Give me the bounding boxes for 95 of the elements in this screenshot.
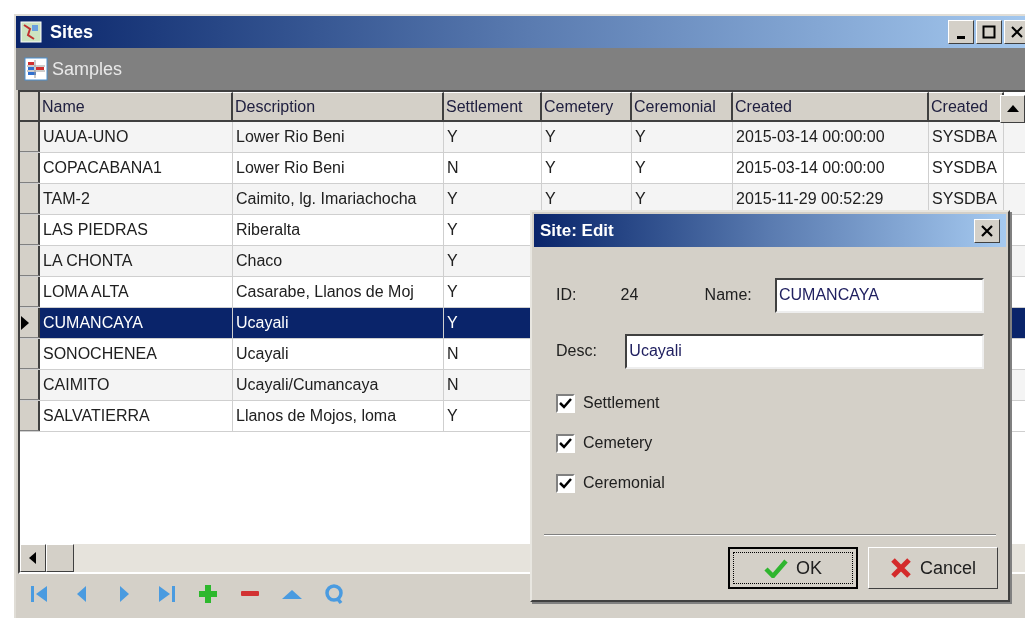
table-cell-text: Y: [545, 158, 556, 178]
column-header[interactable]: Ceremonial: [632, 92, 733, 120]
table-cell-text: Lower Rio Beni: [236, 158, 345, 178]
checkbox-label: Cemetery: [583, 433, 653, 453]
close-icon: [890, 557, 912, 579]
name-label: Name:: [704, 285, 753, 305]
name-field[interactable]: CUMANCAYA: [775, 277, 984, 313]
table-cell-text: Y: [447, 251, 458, 271]
maximize-button[interactable]: [976, 20, 1002, 44]
desc-field[interactable]: Ucayali: [625, 333, 984, 369]
scroll-up-button[interactable]: [1000, 95, 1025, 123]
table-cell-text: LOMA ALTA: [43, 282, 129, 302]
grid-icon: [24, 57, 48, 81]
minimize-icon: [957, 35, 965, 39]
column-header[interactable]: Created: [733, 92, 929, 120]
scroll-left-button[interactable]: [20, 544, 46, 572]
table-cell-text: SYSDBA: [932, 189, 997, 209]
table-cell-text: SYSDBA: [932, 127, 997, 147]
table-cell-text: Y: [635, 158, 646, 178]
close-button[interactable]: [974, 218, 1000, 243]
row-selector[interactable]: [20, 370, 40, 400]
checkbox[interactable]: [556, 473, 575, 493]
table-cell-text: Y: [447, 313, 458, 333]
row-selector[interactable]: [20, 215, 40, 245]
dialog-title: Site: Edit: [540, 219, 614, 242]
row-selector[interactable]: [20, 122, 40, 152]
table-cell-text: Riberalta: [236, 220, 301, 240]
table-cell-text: 2015-11-29 00:52:29: [736, 189, 884, 209]
table-cell-text: CUMANCAYA: [43, 313, 143, 333]
column-header[interactable]: Description: [233, 92, 444, 120]
close-icon: [1010, 25, 1024, 39]
row-selector[interactable]: [20, 184, 40, 214]
table-cell-text: SONOCHENEA: [43, 344, 157, 364]
maximize-icon: [982, 25, 996, 39]
row-pointer-icon: [20, 315, 30, 330]
map-icon: [20, 21, 42, 43]
cancel-button[interactable]: Cancel: [868, 547, 998, 589]
column-header[interactable]: Created: [929, 92, 1004, 120]
table-row[interactable]: UAUA-UNO Lower Rio Beni Y Y Y 2015-03-14 00:00:00 SYSDBA: [20, 122, 1025, 153]
column-header[interactable]: Cemetery: [542, 92, 632, 120]
left-arrow-icon: [29, 552, 37, 564]
column-header[interactable]: Settlement: [444, 92, 542, 120]
table-cell-text: LAS PIEDRAS: [43, 220, 148, 240]
check-icon: [764, 558, 788, 578]
id-value: 24: [620, 285, 640, 305]
table-cell-text: Ucayali: [236, 344, 289, 364]
row-selector[interactable]: [20, 308, 40, 338]
id-label: ID:: [556, 285, 578, 305]
checkbox[interactable]: [556, 433, 575, 453]
table-cell-text: Lower Rio Beni: [236, 127, 345, 147]
row-selector[interactable]: [20, 153, 40, 183]
table-cell-text: Ucayali/Cumancaya: [236, 375, 379, 395]
scrollbar-thumb[interactable]: [46, 544, 74, 572]
table-cell-text: Caimito, lg. Imariachocha: [236, 189, 417, 209]
table-cell-text: Llanos de Mojos, loma: [236, 406, 397, 426]
table-cell-text: N: [447, 375, 459, 395]
checkbox-label: Ceremonial: [583, 473, 665, 493]
table-cell-text: 2015-03-14 00:00:00: [736, 127, 885, 147]
table-row[interactable]: TAM-2 Caimito, lg. Imariachocha Y Y Y 2015-11-29 00:52:29 SYSDBA: [20, 184, 1025, 215]
ok-button[interactable]: OK: [728, 547, 858, 589]
close-icon: [980, 223, 994, 238]
table-cell-text: Y: [447, 127, 458, 147]
table-cell-text: LA CHONTA: [43, 251, 133, 271]
row-selector[interactable]: [20, 246, 40, 276]
close-button[interactable]: [1004, 20, 1025, 44]
table-cell-text: Chaco: [236, 251, 283, 271]
table-cell-text: Ucayali: [236, 313, 289, 333]
table-cell-text: Y: [545, 127, 556, 147]
table-cell-text: CAIMITO: [43, 375, 110, 395]
table-cell-text: Y: [635, 127, 646, 147]
table-cell-text: Casarabe, Llanos de Moj: [236, 282, 414, 302]
table-cell-text: N: [447, 344, 459, 364]
table-cell-text: Y: [447, 220, 458, 240]
table-cell-text: COPACABANA1: [43, 158, 162, 178]
minimize-button[interactable]: [948, 20, 974, 44]
table-cell-text: N: [447, 158, 459, 178]
desc-label: Desc:: [556, 341, 598, 361]
row-selector[interactable]: [20, 277, 40, 307]
up-arrow-icon: [1006, 105, 1019, 113]
table-row[interactable]: COPACABANA1 Lower Rio Beni N Y Y 2015-03-14 00:00:00 SYSDBA: [20, 153, 1025, 184]
table-cell-text: Y: [545, 189, 556, 209]
table-cell-text: Y: [447, 189, 458, 209]
table-cell-text: UAUA-UNO: [43, 127, 129, 147]
table-cell-text: 2015-03-14 00:00:00: [736, 158, 885, 178]
checkbox[interactable]: [556, 393, 575, 413]
row-selector[interactable]: [20, 339, 40, 369]
table-cell-text: SALVATIERRA: [43, 406, 150, 426]
table-cell-text: Y: [635, 189, 646, 209]
column-header[interactable]: Name: [40, 92, 233, 120]
table-cell-text: Y: [447, 282, 458, 302]
window-title: Sites: [50, 20, 94, 44]
table-cell-text: SYSDBA: [932, 158, 997, 178]
table-cell-text: Y: [447, 406, 458, 426]
table-cell-text: TAM-2: [43, 189, 90, 209]
row-selector[interactable]: [20, 401, 40, 431]
